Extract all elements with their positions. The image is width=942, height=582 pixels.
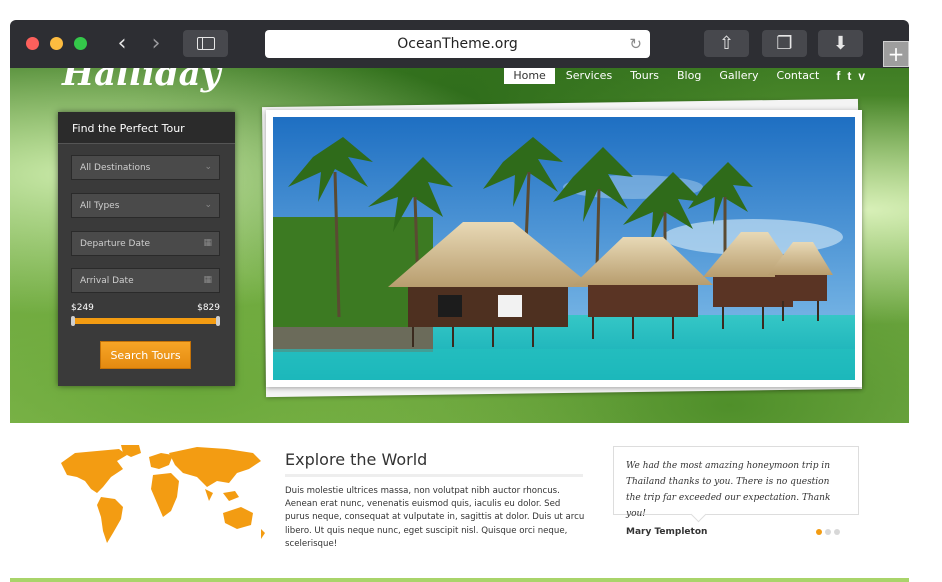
- pager-dot[interactable]: [834, 529, 840, 535]
- reload-icon[interactable]: ↻: [629, 35, 642, 53]
- facebook-icon[interactable]: f: [836, 69, 840, 83]
- twitter-icon[interactable]: t: [847, 69, 851, 83]
- price-max: $829: [197, 303, 220, 313]
- chevron-down-icon: ⌄: [204, 200, 212, 210]
- hero-photo-frame: [266, 110, 862, 387]
- price-min: $249: [71, 303, 94, 313]
- price-slider[interactable]: [71, 316, 220, 326]
- share-icon: ⇧: [718, 33, 735, 54]
- nav-tours[interactable]: Tours: [621, 68, 668, 84]
- explore-body: Duis molestie ultrices massa, non volutp…: [285, 486, 585, 549]
- calendar-icon: ▦: [203, 238, 212, 248]
- arrival-date-field[interactable]: Arrival Date ▦: [71, 268, 220, 293]
- price-max-handle[interactable]: [216, 316, 220, 326]
- arrival-placeholder: Arrival Date: [80, 275, 134, 286]
- back-button[interactable]: ‹: [108, 30, 136, 57]
- new-tab-button[interactable]: +: [883, 41, 909, 67]
- testimonial-author: Mary Templeton: [626, 527, 708, 537]
- pager-dot[interactable]: [816, 529, 822, 535]
- type-select[interactable]: All Types ⌄: [71, 193, 220, 218]
- price-slider-fill: [71, 318, 220, 324]
- download-icon: ⬇: [832, 33, 849, 54]
- site-logo[interactable]: Halliday: [62, 68, 220, 94]
- chevron-down-icon: ⌄: [204, 162, 212, 172]
- departure-date-field[interactable]: Departure Date ▦: [71, 231, 220, 256]
- vimeo-icon[interactable]: v: [858, 69, 865, 83]
- tour-search-title: Find the Perfect Tour: [58, 112, 235, 144]
- type-value: All Types: [80, 200, 120, 211]
- main-navigation: Home Services Tours Blog Gallery Contact…: [504, 68, 865, 84]
- hero-section: Halliday Home Services Tours Blog Galler…: [10, 68, 909, 423]
- resort-photo: [273, 117, 855, 380]
- url-text: OceanTheme.org: [397, 36, 518, 52]
- nav-home[interactable]: Home: [504, 68, 555, 84]
- downloads-button[interactable]: ⬇: [818, 30, 863, 57]
- chevron-left-icon: ‹: [117, 31, 127, 56]
- destination-value: All Destinations: [80, 162, 151, 173]
- forward-button[interactable]: ›: [142, 30, 170, 57]
- close-window-button[interactable]: [26, 37, 39, 50]
- price-min-handle[interactable]: [71, 316, 75, 326]
- chevron-right-icon: ›: [151, 31, 161, 56]
- show-tabs-button[interactable]: ❐: [762, 30, 807, 57]
- testimonial-pager: [816, 529, 840, 535]
- minimize-window-button[interactable]: [50, 37, 63, 50]
- destination-select[interactable]: All Destinations ⌄: [71, 155, 220, 180]
- share-button[interactable]: ⇧: [704, 30, 749, 57]
- address-bar[interactable]: OceanTheme.org ↻: [265, 30, 650, 58]
- browser-toolbar: ‹ › OceanTheme.org ↻ ⇧ ❐ ⬇: [10, 20, 909, 68]
- explore-divider: [285, 474, 583, 477]
- departure-placeholder: Departure Date: [80, 238, 151, 249]
- search-tours-button[interactable]: Search Tours: [100, 341, 191, 369]
- tour-search-panel: Find the Perfect Tour All Destinations ⌄…: [58, 112, 235, 386]
- calendar-icon: ▦: [203, 275, 212, 285]
- testimonial-quote: We had the most amazing honeymoon trip i…: [613, 446, 859, 519]
- sidebar-icon: [196, 37, 215, 50]
- price-range-labels: $249 $829: [71, 303, 220, 313]
- social-links: f t v: [836, 69, 865, 83]
- nav-blog[interactable]: Blog: [668, 68, 710, 84]
- sidebar-toggle-button[interactable]: [183, 30, 228, 57]
- zoom-window-button[interactable]: [74, 37, 87, 50]
- nav-services[interactable]: Services: [557, 68, 621, 84]
- world-map-graphic: [61, 445, 265, 543]
- nav-contact[interactable]: Contact: [768, 68, 829, 84]
- pager-dot[interactable]: [825, 529, 831, 535]
- tabs-icon: ❐: [776, 33, 793, 54]
- footer-strip: [10, 578, 909, 582]
- nav-gallery[interactable]: Gallery: [710, 68, 767, 84]
- explore-title: Explore the World: [285, 450, 428, 469]
